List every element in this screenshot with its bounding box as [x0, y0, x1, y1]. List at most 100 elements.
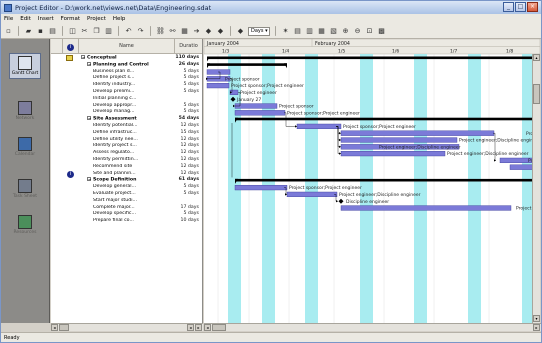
table-row[interactable]: Identify potential... 12 days	[51, 123, 202, 130]
task-name-cell[interactable]: Site and plannin...	[79, 171, 175, 178]
collapse-icon[interactable]: −	[87, 116, 91, 121]
scroll-thumb[interactable]	[212, 324, 226, 331]
scroll-right-icon[interactable]: ▸	[195, 324, 202, 331]
menu-file[interactable]: File	[4, 16, 13, 22]
column-header-info[interactable]: i	[63, 39, 79, 54]
table-row[interactable]: Assess regulato... 12 days	[51, 150, 202, 157]
note-icon[interactable]	[66, 55, 73, 61]
milestone-marker[interactable]	[338, 198, 344, 204]
table-row[interactable]: Identify permittin... 12 days	[51, 157, 202, 164]
table-row[interactable]: Business plan d... 5 days	[51, 69, 202, 76]
summary-bar[interactable]	[207, 63, 287, 66]
maximize-button[interactable]: □	[515, 2, 526, 12]
task-name-cell[interactable]: Develop manag...	[79, 109, 175, 116]
print-icon[interactable]: ▤	[48, 27, 57, 36]
summary-bar[interactable]	[235, 178, 540, 182]
gantt-chart-view[interactable]: Gantt Chart	[9, 53, 41, 79]
scroll-thumb[interactable]	[59, 324, 69, 331]
zoom-fit-icon[interactable]: ⊡	[365, 27, 374, 36]
task-duration-cell[interactable]: 12 days	[175, 150, 201, 157]
task-bar[interactable]	[286, 191, 338, 198]
table-row[interactable]: Define infrastruc... 15 days	[51, 130, 202, 137]
menu-insert[interactable]: Insert	[38, 16, 54, 22]
task-duration-cell[interactable]: 5 days	[175, 191, 201, 198]
task-sheet-view[interactable]: Task Sheet	[9, 179, 41, 199]
task-name-cell[interactable]: Define utility nee...	[79, 137, 175, 144]
table-row[interactable]: Start major studi...	[51, 198, 202, 205]
chart-horizontal-scrollbar[interactable]: ◂ ▸	[204, 323, 541, 331]
task-bar[interactable]	[206, 83, 230, 89]
table-row[interactable]: Complete major... 17 days	[51, 205, 202, 212]
task-name-cell[interactable]: Develop prelimi...	[79, 89, 175, 96]
task-name-cell[interactable]: Identify industry...	[79, 82, 175, 89]
column-header-name[interactable]: Name	[79, 39, 175, 54]
task-name-cell[interactable]: Complete major...	[79, 205, 175, 212]
gantt-chart[interactable]: January 2004 February 2004 1/3 1/4 1/5 1/6 1/7…	[204, 39, 540, 323]
task-duration-cell[interactable]: 15 days	[175, 130, 201, 137]
scroll-left-icon[interactable]: ◂	[187, 324, 194, 331]
cut-icon[interactable]: ✂	[80, 27, 89, 36]
task-bar[interactable]	[296, 123, 342, 130]
task-bar[interactable]	[234, 184, 288, 191]
collapse-icon[interactable]: −	[81, 55, 85, 60]
task-bar[interactable]	[340, 137, 458, 143]
task-duration-cell[interactable]: 5 days	[175, 89, 201, 96]
new-icon[interactable]: ▫	[4, 27, 13, 36]
preview-icon[interactable]: ◫	[68, 27, 77, 36]
task-name-cell[interactable]: Identify potential...	[79, 123, 175, 130]
menu-help[interactable]: Help	[113, 16, 126, 22]
task-name-cell[interactable]: Develop appropr...	[79, 103, 175, 110]
task-duration-cell[interactable]: 110 days	[175, 55, 201, 62]
scroll-left-icon[interactable]: ◂	[204, 324, 211, 331]
task-duration-cell[interactable]: 5 days	[175, 82, 201, 89]
task-duration-cell[interactable]: 26 days	[175, 62, 201, 69]
task-name-cell[interactable]: Prepare final co...	[79, 218, 175, 225]
align-right-icon[interactable]: ▦	[317, 27, 326, 36]
table-row[interactable]: − Conceptual 110 days	[51, 55, 202, 62]
task-duration-cell[interactable]: 54 days	[175, 116, 201, 123]
task-info-icon[interactable]: ▦	[180, 27, 189, 36]
task-name-cell[interactable]: Identify permittin...	[79, 157, 175, 164]
menu-project[interactable]: Project	[87, 16, 106, 22]
task-name-cell[interactable]: Evaluate project...	[79, 191, 175, 198]
calendar-view[interactable]: Calendar	[9, 137, 41, 157]
outdent-icon[interactable]: ◆	[204, 27, 213, 36]
collapse-icon[interactable]: −	[87, 177, 91, 182]
task-bar[interactable]	[340, 130, 495, 136]
save-icon[interactable]: ▪	[36, 27, 45, 36]
scroll-thumb[interactable]	[533, 84, 540, 104]
collapse-icon[interactable]: −	[87, 61, 91, 66]
scroll-left-icon[interactable]: ◂	[51, 324, 58, 331]
table-row[interactable]: Initial planning c...	[51, 96, 202, 103]
scroll-up-icon[interactable]: ▴	[533, 54, 540, 61]
task-name-cell[interactable]: Assess regulato...	[79, 150, 175, 157]
zoom-in-icon[interactable]: ⊕	[341, 27, 350, 36]
task-name-cell[interactable]: Recommend site	[79, 164, 175, 171]
summary-bar[interactable]	[207, 56, 540, 60]
task-name-cell[interactable]: Initial planning c...	[79, 96, 175, 103]
indent-icon[interactable]: ➔	[192, 27, 201, 36]
table-row[interactable]: Define project s... 5 days	[51, 75, 202, 82]
table-row[interactable]: − Site Assessment 54 days	[51, 116, 202, 123]
table-row[interactable]: − Scope Definition 61 days	[51, 177, 202, 184]
paste-icon[interactable]: ▥	[104, 27, 113, 36]
task-bar[interactable]	[340, 150, 446, 157]
task-bar[interactable]	[234, 110, 286, 116]
task-duration-cell[interactable]: 12 days	[175, 123, 201, 130]
task-name-cell[interactable]: Develop general...	[79, 184, 175, 191]
task-name-cell[interactable]: Business plan d...	[79, 69, 175, 76]
scroll-down-icon[interactable]: ▾	[533, 315, 540, 322]
grid-horizontal-scrollbar[interactable]: ◂ ◂ ▸	[51, 323, 203, 331]
align-center-icon[interactable]: ▥	[305, 27, 314, 36]
justify-icon[interactable]: ▧	[329, 27, 338, 36]
column-header-duration[interactable]: Duratio	[175, 39, 202, 54]
task-name-cell[interactable]: Start major studi...	[79, 198, 175, 205]
task-bar[interactable]	[234, 103, 278, 109]
redo-icon[interactable]: ↷	[136, 27, 145, 36]
zoom-select[interactable]: Days ▾	[248, 26, 270, 36]
table-row[interactable]: − Planning and Control 26 days	[51, 61, 202, 69]
zoom-out-icon[interactable]: ⊖	[353, 27, 362, 36]
task-duration-cell[interactable]: 12 days	[175, 164, 201, 171]
task-name-cell[interactable]: Identify project s...	[79, 143, 175, 150]
link-icon[interactable]: ⛓	[156, 27, 165, 36]
